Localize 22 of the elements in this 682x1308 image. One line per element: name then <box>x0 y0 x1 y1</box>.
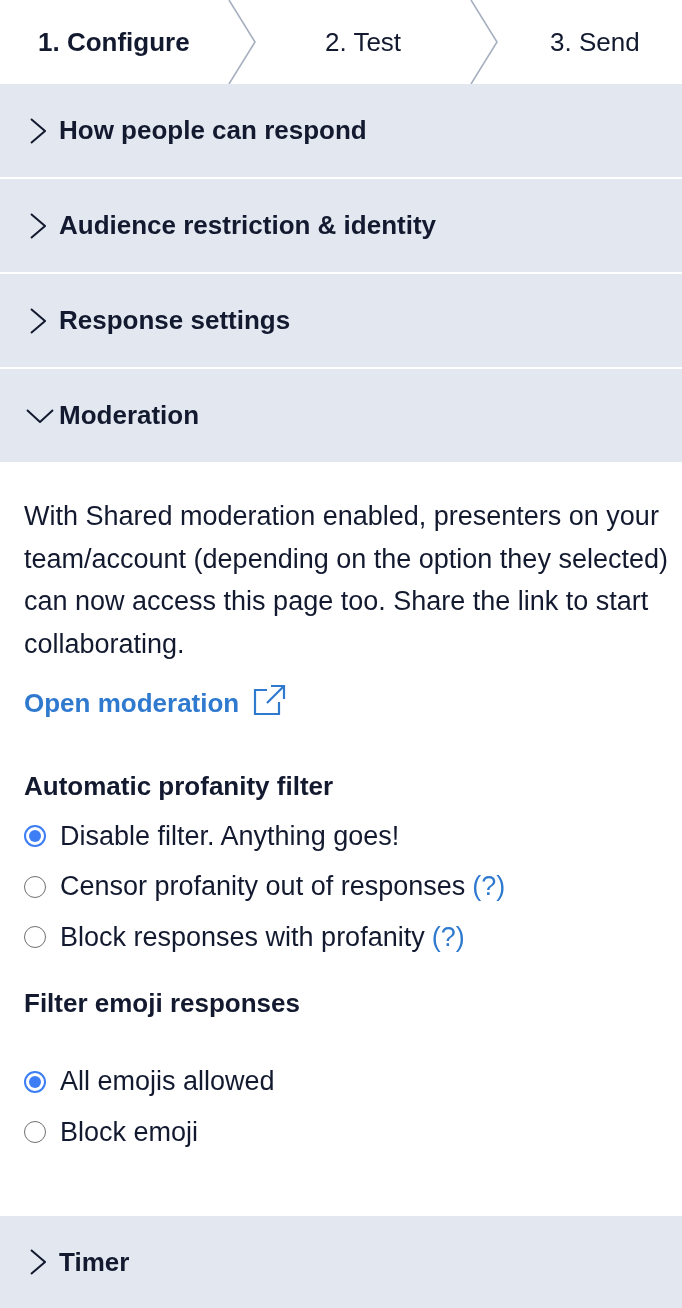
section-header[interactable]: Audience restriction & identity <box>0 179 682 272</box>
option-label[interactable]: Block emoji <box>60 1116 199 1148</box>
option-label[interactable]: Censor profanity out of responses <box>60 871 466 903</box>
external-link-icon <box>253 684 287 716</box>
section-header[interactable]: Timer <box>0 1215 682 1308</box>
option-label[interactable]: Disable filter. Anything goes! <box>60 820 400 852</box>
section-header[interactable]: How people can respond <box>0 84 682 177</box>
help-link[interactable]: (?) <box>472 871 506 903</box>
group-title: Filter emoji responses <box>24 986 301 1020</box>
option-label[interactable]: Block responses with profanity <box>60 921 425 953</box>
description-text: With Shared moderation enabled, presenters on your team/account (depending on the option they selected) can now access this page too. Share the link to start collaborating. <box>24 500 669 661</box>
radio-button[interactable] <box>24 926 46 949</box>
help-link[interactable]: (?) <box>431 921 465 953</box>
section-header[interactable]: Moderation <box>0 369 682 462</box>
option-label[interactable]: All emojis allowed <box>60 1066 275 1098</box>
radio-button[interactable] <box>24 1121 46 1144</box>
open-moderation-link[interactable]: Open moderation <box>24 682 287 724</box>
radio-button[interactable] <box>24 1070 46 1093</box>
section-header[interactable]: Response settings <box>0 274 682 367</box>
radio-button[interactable] <box>24 825 46 848</box>
group-title: Automatic profanity filter <box>24 770 335 803</box>
radio-button[interactable] <box>24 875 46 898</box>
